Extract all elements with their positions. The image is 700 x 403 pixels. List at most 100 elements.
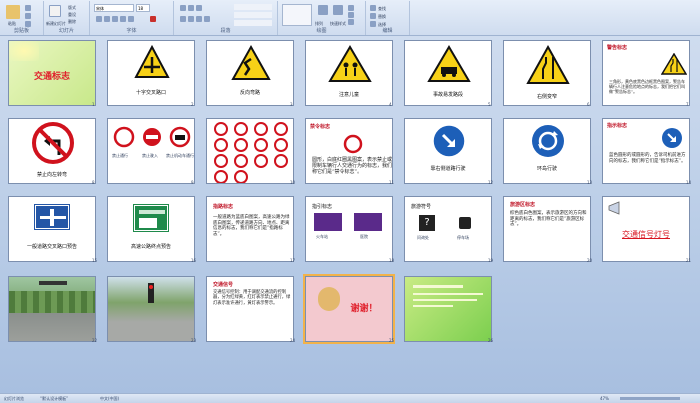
- slide-number: 15: [92, 258, 98, 263]
- find-button[interactable]: 查找: [378, 6, 386, 12]
- slide-title: 旅游区标志: [510, 202, 536, 208]
- shape-effects-icon[interactable]: [348, 19, 354, 25]
- paste-icon[interactable]: [6, 5, 20, 19]
- slide-number: 10: [290, 180, 296, 185]
- slide-14[interactable]: 指示标志 蓝色圆形的或圆形的，告诉司机前进方向的标志，我们称它们是“指示标志”。: [602, 118, 690, 184]
- slide-number: 12: [488, 180, 494, 185]
- copy-icon[interactable]: [25, 13, 31, 19]
- slide-5[interactable]: 事故易发路段: [404, 40, 492, 106]
- replace-icon[interactable]: [370, 13, 376, 19]
- slide-15[interactable]: 一般道路交叉路口预告: [8, 196, 96, 262]
- slide-23[interactable]: [107, 276, 195, 342]
- slide-9[interactable]: 禁止通行 禁止驶入 禁止机动车通行: [107, 118, 195, 184]
- align-left-icon[interactable]: [180, 16, 186, 22]
- reset-button[interactable]: 重设: [68, 12, 76, 18]
- slide-1[interactable]: 交通标志: [8, 40, 96, 106]
- slide-body-text: 一般道路为蓝底白图案，高速公路为绿底白图案，传递道路方向、地点、距离信息的标志，…: [213, 215, 290, 237]
- sign-caption: 环岛行驶: [536, 166, 557, 172]
- slide-25[interactable]: 谢谢！: [303, 274, 395, 344]
- slide-13[interactable]: 环岛行驶: [503, 118, 591, 184]
- paragraph-group: 段落: [174, 1, 278, 35]
- strike-icon[interactable]: [120, 16, 126, 22]
- red-light-icon: [149, 285, 153, 289]
- sign-caption: 右侧变窄: [536, 94, 557, 100]
- align-center-icon[interactable]: [188, 16, 194, 22]
- group-label: 字体: [126, 28, 137, 34]
- sign-caption: 反向弯路: [239, 90, 260, 96]
- status-bar: 幻灯片浏览 “默认设计模板” 中文(中国) 47%: [0, 393, 700, 403]
- trees-photo: [9, 291, 95, 313]
- smartart-button[interactable]: [234, 20, 272, 26]
- replace-button[interactable]: 替换: [378, 14, 386, 20]
- quick-styles-icon[interactable]: [333, 5, 343, 15]
- editing-group: 查找 替换 选择 编辑: [366, 1, 410, 35]
- slide-18[interactable]: 指引标志 火车站 医院: [305, 196, 393, 262]
- slide-title: 指路标志: [213, 204, 234, 210]
- arrange-icon[interactable]: [318, 5, 328, 15]
- slide-11[interactable]: 禁令标志 圆形，白底红圈黑图案，表示禁止或限制车辆行人交通行为的标志，我们称它们…: [305, 118, 393, 184]
- prohibition-circle-icon: [343, 134, 363, 154]
- delete-button[interactable]: 删除: [68, 19, 76, 25]
- slide-sorter[interactable]: 交通标志 1 十字交叉路口 2 反向弯路 3 注意儿童 4 事故易发路段 5 右…: [0, 36, 700, 393]
- font-name-box[interactable]: 宋体: [94, 4, 134, 12]
- slide-3[interactable]: 反向弯路: [206, 40, 294, 106]
- slide-8[interactable]: 禁止向左转弯: [8, 118, 96, 184]
- find-icon[interactable]: [370, 5, 376, 11]
- sign-label: 医院: [360, 234, 368, 239]
- bold-icon[interactable]: [96, 16, 102, 22]
- slide-19[interactable]: 旅游符号 ? 问询处 停车场: [404, 196, 492, 262]
- slide-22[interactable]: [8, 276, 96, 342]
- slide-number: 11: [389, 180, 395, 185]
- slide-4[interactable]: 注意儿童: [305, 40, 393, 106]
- slide-number: 25: [389, 338, 395, 343]
- slide-24[interactable]: 交通信号 交通信号控制：用于调配交通流的控制器，分为红绿黄，红灯表示禁止通行，绿…: [206, 276, 294, 342]
- numbering-icon[interactable]: [188, 5, 194, 11]
- prohibition-signs-grid: [214, 122, 288, 183]
- bullets-icon[interactable]: [180, 5, 186, 11]
- slide-number: 5: [488, 102, 491, 107]
- crossroad-sign-icon: [134, 44, 170, 78]
- slide-6[interactable]: 右侧变窄: [503, 40, 591, 106]
- slide-20[interactable]: 旅游区标志 棕色底白色图案，表示旅游区的方向和距离的标志，我们称它们是“旅游区标…: [503, 196, 591, 262]
- group-label: 剪贴板: [13, 28, 29, 34]
- font-color-icon[interactable]: [150, 16, 156, 22]
- slide-12[interactable]: 靠右侧道路行驶: [404, 118, 492, 184]
- slide-title: 交通信号灯号: [622, 230, 670, 239]
- slide-16[interactable]: 高速公路终点预告: [107, 196, 195, 262]
- blue-direction-sign-icon: [662, 128, 682, 148]
- slide-17[interactable]: 指路标志 一般道路为蓝底白图案，高速公路为绿底白图案，传递道路方向、地点、距离信…: [206, 196, 294, 262]
- layout-button[interactable]: 版式: [68, 5, 76, 11]
- shapes-gallery[interactable]: [282, 4, 312, 26]
- shape-fill-icon[interactable]: [348, 5, 354, 11]
- zoom-slider[interactable]: [620, 397, 680, 400]
- zoom-level[interactable]: 47%: [600, 396, 609, 401]
- prohibition-signs-group: [113, 126, 191, 148]
- ribbon: 粘贴 剪贴板 新建幻灯片 版式 重设 删除 幻灯片 宋体 18 字体 段落 排列…: [0, 0, 700, 36]
- slide-number: 18: [389, 258, 395, 263]
- shadow-icon[interactable]: [128, 16, 134, 22]
- align-right-icon[interactable]: [196, 16, 202, 22]
- slide-number: 26: [488, 338, 494, 343]
- narrow-road-sign-icon: [661, 53, 687, 75]
- slide-title: 警告标志: [607, 45, 628, 51]
- indent-icon[interactable]: [196, 5, 202, 11]
- slide-26[interactable]: [404, 276, 492, 342]
- sign-label: 问询处: [417, 235, 429, 240]
- text-line: [413, 305, 453, 307]
- slide-21[interactable]: 交通信号灯号: [602, 196, 690, 262]
- slide-2[interactable]: 十字交叉路口: [107, 40, 195, 106]
- justify-icon[interactable]: [204, 16, 210, 22]
- slide-7[interactable]: 警告标志 三角形，黄色底黑色边框黑色图案，警告车辆行人注意危险地点的标志，我们把…: [602, 40, 690, 106]
- slide-10[interactable]: [206, 118, 294, 184]
- underline-icon[interactable]: [112, 16, 118, 22]
- slide-number: 16: [191, 258, 197, 263]
- new-slide-icon[interactable]: [49, 5, 61, 17]
- text-direction-button[interactable]: [234, 4, 272, 10]
- shape-outline-icon[interactable]: [348, 12, 354, 18]
- cut-icon[interactable]: [25, 5, 31, 11]
- blue-guide-sign-icon: [34, 204, 70, 230]
- parking-icon: [459, 217, 471, 229]
- align-text-button[interactable]: [234, 12, 272, 18]
- italic-icon[interactable]: [104, 16, 110, 22]
- font-size-box[interactable]: 18: [136, 4, 150, 12]
